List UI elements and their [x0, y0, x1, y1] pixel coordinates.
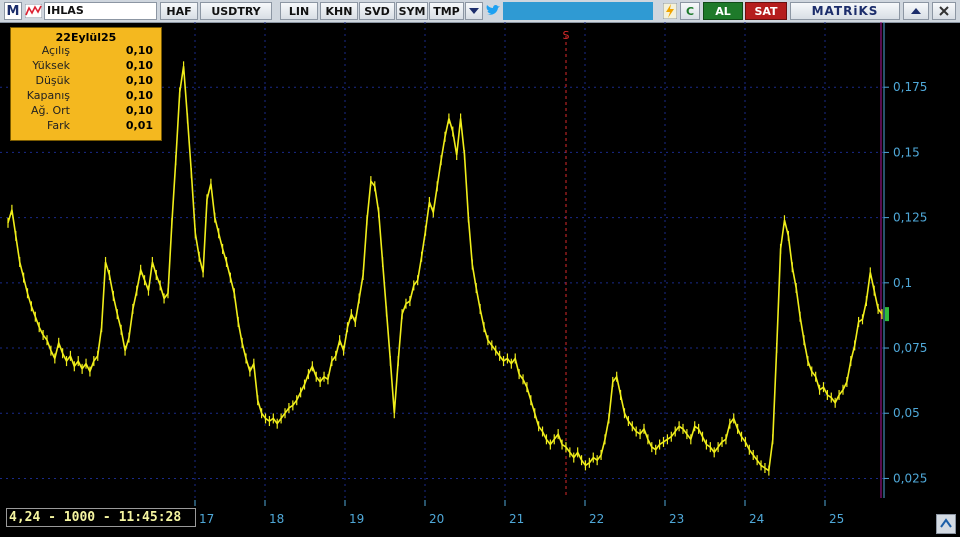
lin-button[interactable]: LIN [280, 2, 318, 20]
last-price-marker [885, 307, 889, 322]
y-tick-label: 0,075 [893, 341, 927, 355]
dropdown-arrow-icon[interactable] [465, 2, 483, 20]
x-tick-label: 24 [749, 512, 765, 526]
y-tick-label: 0,125 [893, 211, 927, 225]
khn-button[interactable]: KHN [320, 2, 358, 20]
tmp-button[interactable]: TMP [429, 2, 464, 20]
matriks-brand: MATRiKS [790, 2, 900, 20]
close-icon[interactable] [932, 2, 956, 20]
x-tick-label: 17 [199, 512, 215, 526]
info-label: Yüksek [32, 59, 70, 72]
news-ticker-bar[interactable] [503, 2, 653, 20]
info-row-high: Yüksek 0,10 [11, 59, 161, 74]
info-value: 0,10 [125, 74, 153, 87]
y-tick-label: 0,1 [893, 276, 912, 290]
refresh-button[interactable]: C [680, 2, 700, 20]
x-tick-label: 21 [509, 512, 525, 526]
x-tick-label: 20 [429, 512, 445, 526]
y-tick-label: 0,05 [893, 406, 920, 420]
y-tick-label: 0,175 [893, 80, 927, 94]
buy-button[interactable]: AL [703, 2, 743, 20]
info-value: 0,10 [125, 59, 153, 72]
info-row-open: Açılış 0,10 [11, 44, 161, 59]
scroll-control-icon[interactable] [936, 514, 956, 534]
info-value: 0,10 [125, 89, 153, 102]
signal-marker-label: S [563, 29, 570, 42]
info-row-diff: Fark 0,01 [11, 119, 161, 134]
twitter-icon[interactable] [485, 3, 502, 19]
symbol-chart-icon[interactable] [25, 4, 42, 18]
x-tick-label: 23 [669, 512, 685, 526]
sym-button[interactable]: SYM [396, 2, 428, 20]
usdtry-button[interactable]: USDTRY [200, 2, 272, 20]
status-readout: 4,24 - 1000 - 11:45:28 [6, 508, 196, 527]
info-label: Düşük [35, 74, 70, 87]
info-row-wavg: Ağ. Ort 0,10 [11, 104, 161, 119]
collapse-icon[interactable] [903, 2, 929, 20]
info-label: Kapanış [26, 89, 70, 102]
svd-button[interactable]: SVD [359, 2, 395, 20]
x-tick-label: 22 [589, 512, 605, 526]
info-row-low: Düşük 0,10 [11, 74, 161, 89]
sell-button[interactable]: SAT [745, 2, 787, 20]
info-row-close: Kapanış 0,10 [11, 89, 161, 104]
info-value: 0,10 [125, 44, 153, 57]
ohlc-info-box: 22Eylül25 Açılış 0,10 Yüksek 0,10 Düşük 0,1… [10, 27, 162, 141]
haf-button[interactable]: HAF [160, 2, 198, 20]
info-label: Açılış [41, 44, 70, 57]
toolbar: M IHLAS HAF USDTRY LIN KHN SVD SYM TMP C… [0, 0, 960, 23]
x-tick-label: 25 [829, 512, 845, 526]
y-tick-label: 0,15 [893, 145, 920, 159]
info-value: 0,10 [125, 104, 153, 117]
x-tick-label: 19 [349, 512, 365, 526]
y-tick-label: 0,025 [893, 471, 927, 485]
lightning-icon[interactable] [663, 3, 677, 19]
info-label: Fark [47, 119, 70, 132]
symbol-input[interactable]: IHLAS [44, 2, 157, 20]
info-date: 22Eylül25 [55, 31, 117, 44]
info-label: Ağ. Ort [31, 104, 70, 117]
matriks-logo[interactable]: M [4, 2, 22, 20]
info-value: 0,01 [125, 119, 153, 132]
x-tick-label: 18 [269, 512, 285, 526]
